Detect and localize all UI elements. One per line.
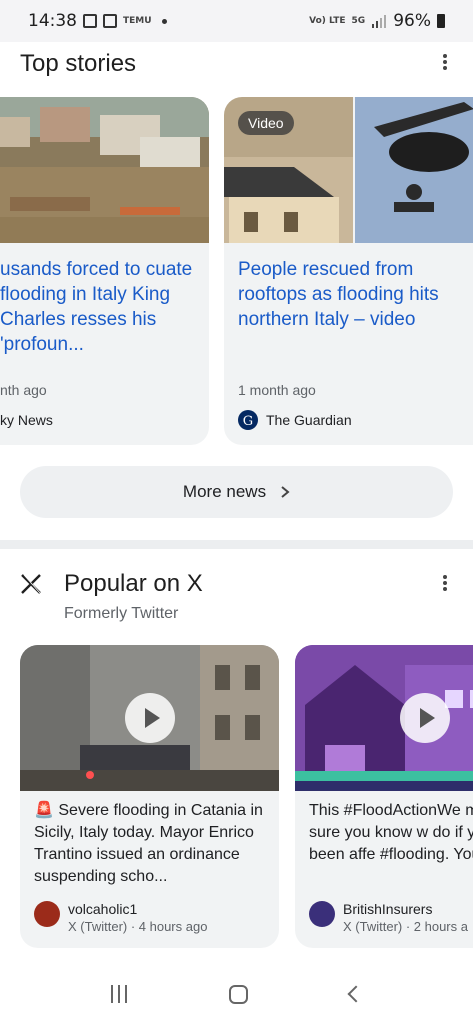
more-news-label: More news (182, 482, 267, 501)
story-source: ky News (0, 412, 53, 428)
story-headline[interactable]: People rescued from rooftops as flooding… (238, 257, 473, 332)
section-divider (0, 540, 473, 549)
gallery-icon (83, 14, 97, 28)
avatar (309, 901, 335, 927)
qr-icon (103, 14, 117, 28)
volte-icon: Vo) LTE (309, 15, 346, 26)
avatar (34, 901, 60, 927)
chevron-right-icon (281, 486, 290, 498)
post-text[interactable]: 🚨 Severe flooding in Catania in Sicily, … (34, 800, 269, 888)
story-card[interactable]: Video People rescued from rooftops as fl… (224, 97, 473, 445)
post-text[interactable]: This #FloodActionWe make sure you know w… (309, 800, 473, 866)
story-age: nth ago (0, 382, 47, 398)
popular-on-x-title: Popular on X (64, 570, 203, 597)
status-bar: 14:38 TEMU Vo) LTE 5G 96% (0, 0, 473, 42)
more-news-button[interactable]: More news (20, 466, 453, 518)
play-video-button[interactable] (125, 693, 175, 743)
post-meta: X (Twitter) · 4 hours ago (68, 919, 208, 934)
post-meta: X (Twitter) · 2 hours a (343, 919, 468, 934)
top-stories-more-icon[interactable] (443, 54, 447, 70)
back-button[interactable] (347, 985, 365, 1003)
story-headline[interactable]: usands forced to cuate flooding in Italy… (0, 257, 205, 357)
play-video-button[interactable] (400, 693, 450, 743)
story-source: G The Guardian (238, 410, 352, 430)
battery-icon (437, 14, 445, 28)
post-author: BritishInsurers X (Twitter) · 2 hours a (309, 901, 468, 934)
story-age: 1 month ago (238, 382, 316, 398)
video-badge: Video (238, 111, 294, 135)
system-nav-bar (0, 964, 473, 1024)
popular-x-more-icon[interactable] (443, 575, 447, 591)
story-card[interactable]: usands forced to cuate flooding in Italy… (0, 97, 209, 445)
story-source-label: The Guardian (266, 412, 352, 428)
recents-button[interactable] (111, 985, 127, 1003)
post-author-name: volcaholic1 (68, 901, 138, 917)
post-author: volcaholic1 X (Twitter) · 4 hours ago (34, 901, 207, 934)
story-source-label: ky News (0, 412, 53, 428)
x-logo-icon (21, 574, 41, 594)
story-image-flooded-town (0, 97, 209, 243)
x-post-card[interactable]: This #FloodActionWe make sure you know w… (295, 645, 473, 948)
popular-on-x-subtitle: Formerly Twitter (64, 605, 179, 622)
top-stories-title: Top stories (20, 50, 137, 77)
home-button[interactable] (229, 984, 248, 1004)
x-post-card[interactable]: 🚨 Severe flooding in Catania in Sicily, … (20, 645, 279, 948)
network-icon: 5G (351, 15, 366, 26)
guardian-logo-icon: G (238, 410, 258, 430)
clock: 14:38 (28, 11, 77, 31)
signal-icon (372, 15, 387, 28)
more-notifications-icon (161, 18, 167, 24)
svg-text:G: G (243, 414, 253, 429)
battery-percent: 96% (393, 11, 431, 31)
post-author-name: BritishInsurers (343, 901, 433, 917)
temu-notification-icon: TEMU (123, 15, 152, 26)
